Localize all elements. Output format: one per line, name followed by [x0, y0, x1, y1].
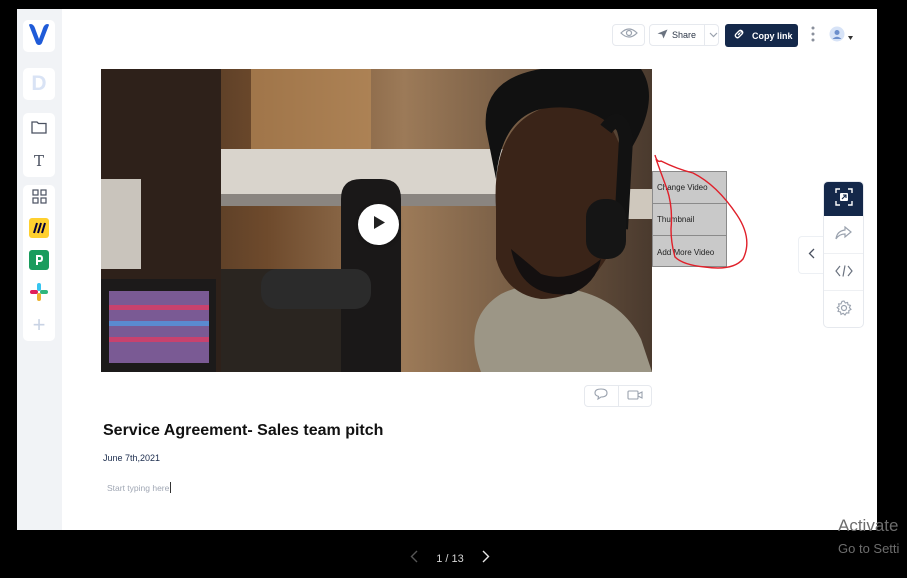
body-placeholder: Start typing here: [107, 483, 170, 493]
sidebar-item-folder[interactable]: [23, 115, 55, 143]
preview-button[interactable]: [612, 24, 645, 46]
link-icon: [733, 27, 745, 45]
send-icon: [657, 26, 668, 44]
activation-watermark-title: Activate: [838, 516, 899, 535]
slide-pager: 1 / 13: [410, 550, 490, 568]
media-actions: [584, 385, 652, 407]
user-menu[interactable]: [829, 26, 859, 46]
play-button[interactable]: [358, 204, 399, 245]
record-video-button[interactable]: [617, 386, 651, 406]
app-window: D T + Share Copy link Change Video Thumb…: [17, 9, 877, 530]
page-title[interactable]: Service Agreement- Sales team pitch: [103, 422, 383, 440]
sidebar-item-add[interactable]: +: [23, 311, 55, 339]
copy-link-label: Copy link: [752, 30, 793, 41]
apps-grid-icon: [31, 189, 47, 209]
more-vertical-icon: [811, 26, 815, 47]
play-icon: [372, 215, 386, 235]
comment-icon: [594, 387, 609, 405]
sidebar-item-text[interactable]: T: [23, 147, 55, 175]
brand-logo[interactable]: [23, 20, 55, 52]
settings-button[interactable]: [824, 292, 863, 328]
folder-icon: [31, 120, 47, 139]
pandadoc-icon: [29, 249, 49, 275]
collapse-panel-button[interactable]: [798, 236, 824, 274]
gear-icon: [835, 299, 852, 321]
forward-icon: [835, 225, 852, 245]
chevron-left-icon: [808, 246, 815, 264]
sidebar-item-pandadoc[interactable]: [23, 248, 55, 276]
next-page-button[interactable]: [482, 550, 490, 568]
body-editor[interactable]: Start typing here: [107, 482, 172, 493]
share-label: Share: [672, 30, 697, 40]
eye-icon: [619, 26, 638, 44]
caret-down-icon: [848, 27, 853, 45]
workspace-switcher[interactable]: D: [23, 68, 55, 100]
more-menu-button[interactable]: [808, 26, 818, 46]
share-forward-button[interactable]: [824, 218, 863, 254]
sidebar-item-apps[interactable]: [23, 185, 55, 213]
text-caret: [170, 482, 172, 493]
activation-watermark-subtitle: Go to Setti: [838, 541, 900, 556]
workspace-initial: D: [31, 72, 47, 95]
left-sidebar: D T +: [17, 9, 62, 530]
tool-group-primary: T: [23, 113, 55, 177]
video-camera-icon: [627, 387, 643, 405]
sidebar-item-miro[interactable]: [23, 216, 55, 244]
embed-code-button[interactable]: [824, 255, 863, 291]
sidebar-item-slack[interactable]: [23, 280, 55, 308]
slack-icon: [29, 282, 49, 307]
brand-logo-icon: [26, 21, 52, 52]
red-annotation-scribble: [654, 154, 748, 269]
expand-icon: [834, 187, 853, 211]
miro-icon: [29, 217, 49, 243]
avatar: [829, 26, 845, 47]
video-player[interactable]: [101, 69, 652, 372]
code-icon: [834, 264, 853, 282]
prev-page-button[interactable]: [410, 550, 418, 568]
right-toolbar: [823, 181, 864, 328]
tool-group-integrations: +: [23, 185, 55, 341]
add-icon: +: [32, 312, 46, 337]
comment-button[interactable]: [585, 386, 618, 406]
share-button[interactable]: Share: [649, 24, 719, 46]
document-date: June 7th,2021: [103, 453, 161, 463]
text-icon: T: [33, 152, 44, 170]
fullscreen-button[interactable]: [824, 182, 863, 216]
chevron-down-icon[interactable]: [704, 25, 718, 45]
page-indicator: 1 / 13: [436, 553, 464, 565]
copy-link-button[interactable]: Copy link: [725, 24, 798, 47]
